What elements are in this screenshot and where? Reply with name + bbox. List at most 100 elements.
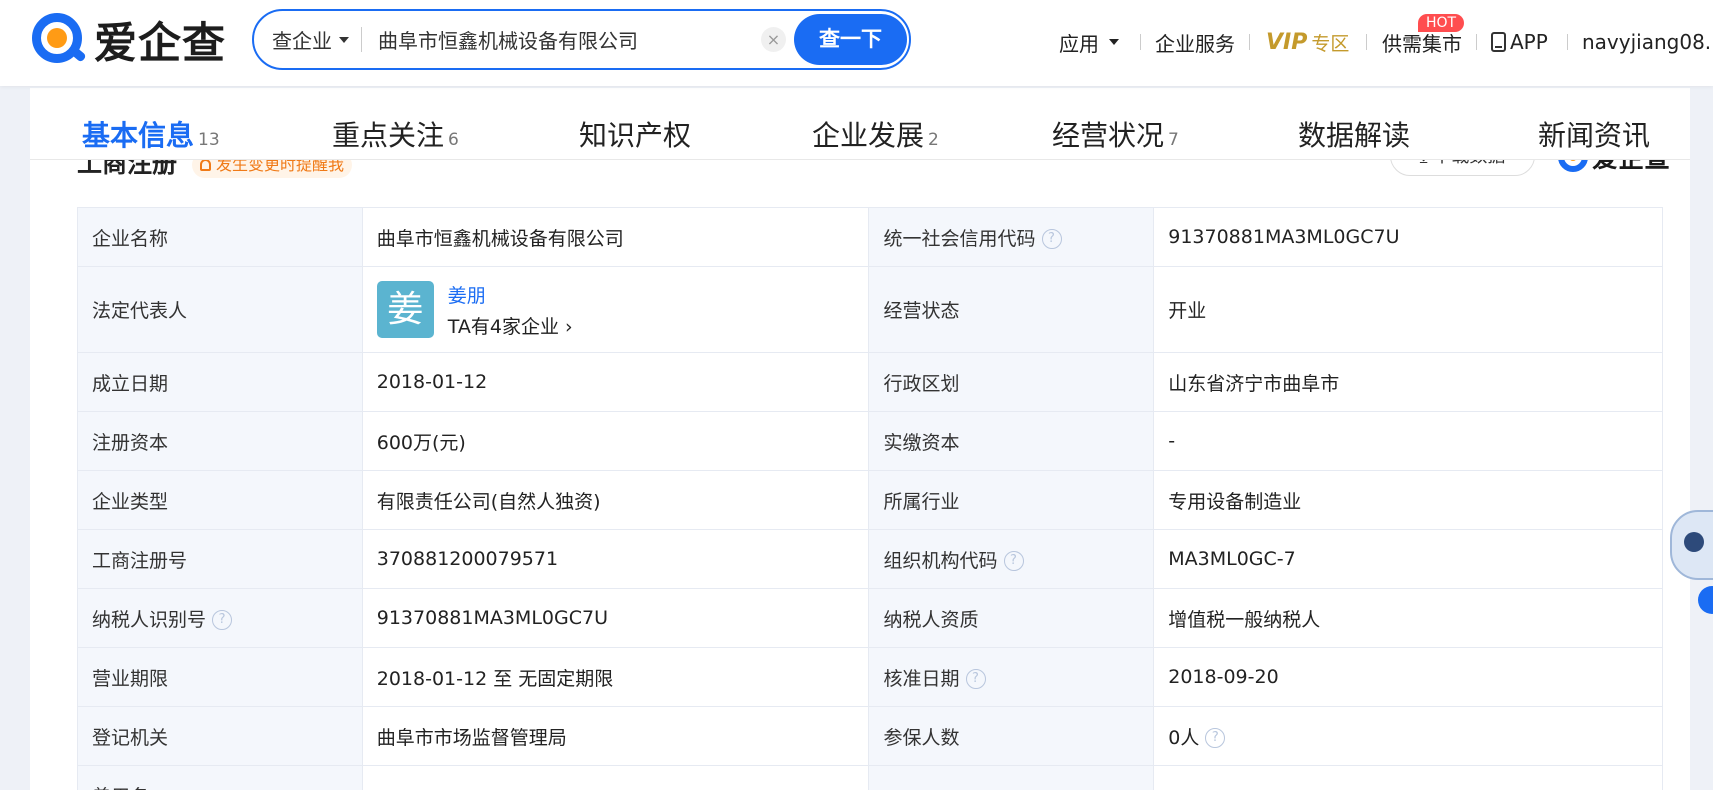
avatar[interactable]: 姜 [376,281,434,338]
top-header: 爱企查 查企业 × 查一下 应用 企业服务 VIP 专区 供需集市 HOT AP… [0,0,1713,86]
chevron-down-icon [1109,39,1119,45]
tab-label: 知识产权 [579,119,692,152]
field-label [868,765,1155,790]
help-icon[interactable]: ? [1041,229,1062,249]
help-icon[interactable]: ? [965,669,986,689]
value-text: 0人 [1168,726,1200,749]
chevron-right-icon: › [565,315,573,338]
nav-separator [1366,24,1367,60]
tab-label: 重点关注 [332,119,445,152]
nav-supply-market[interactable]: 供需集市 HOT [1382,13,1465,60]
nav-app[interactable]: APP [1491,24,1548,60]
field-value: 2018-01-12 [361,352,870,412]
clear-search-icon[interactable]: × [761,27,786,52]
label-text: 核准日期 [883,667,960,690]
tab-basic-info[interactable]: 基本信息 13 [82,114,220,154]
table-row: 法定代表人 姜 姜朋 TA有4家企业 › 经营状态 开业 [77,266,1663,353]
tab-label: 基本信息 [82,119,195,152]
table-row: 工商注册号 370881200079571 组织机构代码? MA3ML0GC-7 [77,529,1663,589]
tab-operating-status[interactable]: 经营状况 7 [1052,114,1179,154]
field-label: 参保人数 [868,706,1155,766]
nav-vip-zone[interactable]: VIP 专区 [1266,24,1349,60]
tab-label: 数据解读 [1298,119,1411,152]
logo-q-icon [30,11,88,69]
help-icon[interactable]: ? [1003,551,1024,571]
table-row: 曾用名 [77,765,1663,790]
hot-badge: HOT [1418,13,1465,32]
field-value [361,765,870,790]
legal-representative-link[interactable]: 姜朋 [448,281,573,308]
field-label: 核准日期? [868,647,1155,707]
vip-label: VIP [1266,29,1308,55]
bell-icon [200,159,211,171]
search-type-label: 查企业 [272,29,332,53]
assistant-robot-icon[interactable] [1670,510,1713,620]
tab-label: 新闻资讯 [1538,119,1651,152]
tab-data-insights[interactable]: 数据解读 [1298,114,1410,154]
nav-separator [1567,24,1568,60]
field-label: 实缴资本 [868,411,1155,471]
field-value: 370881200079571 [361,529,870,589]
nav-supply-market-label: 供需集市 [1382,31,1462,56]
field-label: 组织机构代码? [868,529,1155,589]
table-row: 登记机关 曲阜市市场监督管理局 参保人数 0人? [77,706,1663,766]
table-row: 注册资本 600万(元) 实缴资本 - [77,411,1663,471]
field-value: 山东省济宁市曲阜市 [1153,352,1663,412]
field-label: 注册资本 [77,411,363,471]
field-label: 曾用名 [77,765,363,790]
nav-separator [1249,24,1250,60]
field-value: 姜 姜朋 TA有4家企业 › [361,266,870,353]
help-icon[interactable]: ? [1205,728,1226,748]
nav-enterprise-services[interactable]: 企业服务 [1155,24,1235,60]
site-logo[interactable]: 爱企查 [30,9,226,71]
tab-news[interactable]: 新闻资讯 [1538,114,1650,154]
field-value: 专用设备制造业 [1153,470,1663,530]
legal-representative: 姜 姜朋 TA有4家企业 › [376,281,855,339]
field-label: 营业期限 [77,647,363,707]
tab-enterprise-development[interactable]: 企业发展 2 [812,114,939,154]
label-text: 纳税人识别号 [92,608,207,631]
username: navyjiang08... [1582,30,1713,54]
field-value: 开业 [1153,266,1663,353]
vip-zone-label: 专区 [1311,32,1350,55]
search-bar: 查企业 × 查一下 [252,9,911,70]
tab-count: 7 [1168,130,1179,150]
field-label: 工商注册号 [77,529,363,589]
field-value: 600万(元) [361,411,870,471]
field-label: 行政区划 [868,352,1155,412]
field-label: 企业名称 [77,207,363,267]
table-row: 营业期限 2018-01-12 至 无固定期限 核准日期? 2018-09-20 [77,647,1663,707]
field-label: 纳税人识别号? [77,588,363,648]
field-value: 0人? [1153,706,1663,766]
field-value: 2018-01-12 至 无固定期限 [361,647,870,707]
tab-count: 6 [448,130,459,150]
tab-count: 13 [198,130,220,150]
user-menu[interactable]: navyjiang08... [1582,24,1713,60]
tab-key-focus[interactable]: 重点关注 6 [332,114,459,154]
field-label: 纳税人资质 [868,588,1155,648]
related-companies-link[interactable]: TA有4家企业 › [448,312,573,339]
related-companies-label: TA有4家企业 [447,315,559,338]
field-label: 登记机关 [77,706,363,766]
tab-intellectual-property[interactable]: 知识产权 [579,114,691,154]
field-label: 企业类型 [77,470,363,530]
tab-label: 经营状况 [1052,119,1165,152]
search-divider [361,27,362,52]
field-label: 成立日期 [77,352,363,412]
registration-table: 企业名称 曲阜市恒鑫机械设备有限公司 统一社会信用代码? 91370881MA3… [77,207,1663,790]
field-value: 曲阜市市场监督管理局 [361,706,870,766]
company-info-card: 基本信息 13 重点关注 6 知识产权 企业发展 2 经营状况 7 数据解读 新… [30,88,1690,790]
logo-text: 爱企查 [94,19,226,69]
search-type-dropdown[interactable]: 查企业 [272,11,349,68]
phone-icon [1491,32,1506,52]
nav-app-label: APP [1510,30,1548,54]
label-text: 组织机构代码 [883,549,998,572]
field-value: 有限责任公司(自然人独资) [361,470,870,530]
label-text: 统一社会信用代码 [883,227,1036,250]
field-label: 经营状态 [868,266,1155,353]
nav-separator [1140,24,1141,60]
field-label: 所属行业 [868,470,1155,530]
search-button[interactable]: 查一下 [794,14,907,65]
nav-apps[interactable]: 应用 [1059,24,1119,60]
help-icon[interactable]: ? [212,610,233,630]
